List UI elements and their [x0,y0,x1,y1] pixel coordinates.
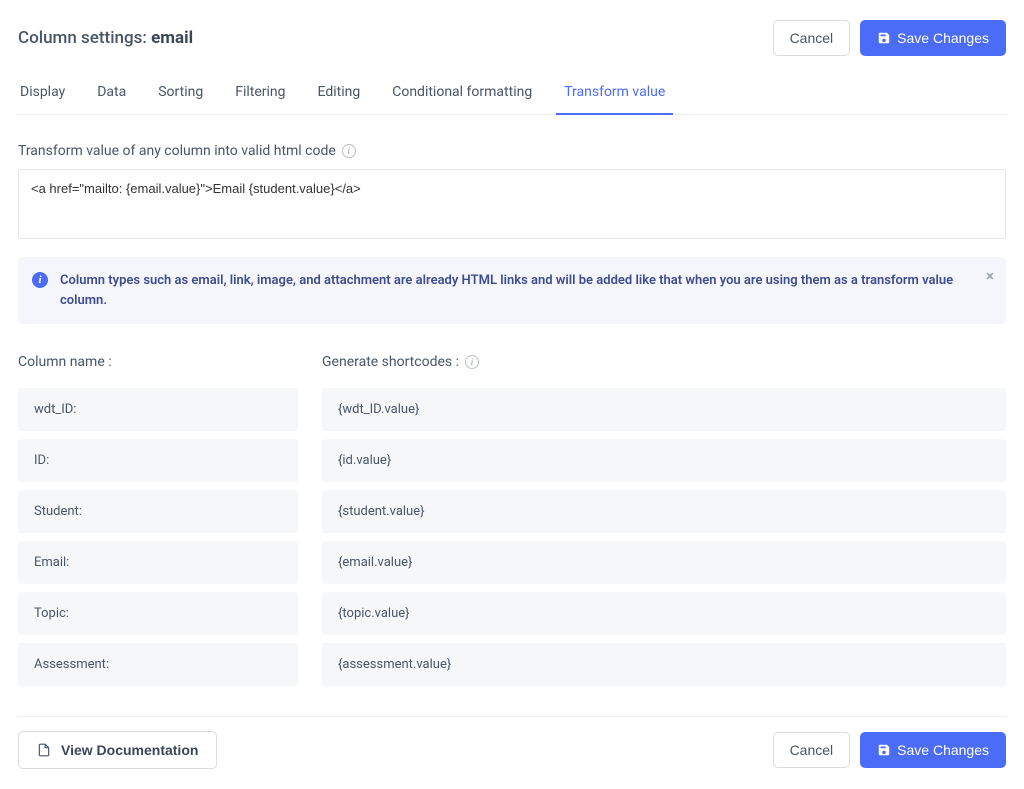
page-header: Column settings: email Cancel Save Chang… [18,10,1006,74]
tab-filtering[interactable]: Filtering [233,74,287,114]
save-button[interactable]: Save Changes [860,20,1006,56]
shortcode-table: Column name : wdt_ID: ID: Student: Email… [18,354,1006,694]
tab-bar: Display Data Sorting Filtering Editing C… [18,74,1006,115]
shortcode-cell[interactable]: {assessment.value} [322,643,1006,686]
column-name-cell: ID: [18,439,298,482]
shortcode-list: Generate shortcodes : i {wdt_ID.value} {… [322,354,1006,694]
cancel-button[interactable]: Cancel [773,732,851,768]
document-icon [37,742,51,758]
view-documentation-button[interactable]: View Documentation [18,731,217,769]
save-button[interactable]: Save Changes [860,732,1006,768]
column-name-cell: wdt_ID: [18,388,298,431]
shortcode-cell[interactable]: {id.value} [322,439,1006,482]
column-name-cell: Topic: [18,592,298,635]
save-icon [877,31,891,45]
transform-label: Transform value of any column into valid… [18,143,1006,159]
shortcode-cell[interactable]: {email.value} [322,541,1006,584]
tab-conditional-formatting[interactable]: Conditional formatting [390,74,534,114]
tab-sorting[interactable]: Sorting [156,74,205,114]
column-name-cell: Student: [18,490,298,533]
shortcode-cell[interactable]: {topic.value} [322,592,1006,635]
alert-info-icon: i [32,272,48,288]
info-icon[interactable]: i [465,355,479,369]
footer: View Documentation Cancel Save Changes [18,717,1006,769]
save-icon [877,743,891,757]
tab-data[interactable]: Data [95,74,128,114]
cancel-button[interactable]: Cancel [773,20,851,56]
tab-editing[interactable]: Editing [316,74,363,114]
column-name-cell: Email: [18,541,298,584]
shortcode-header: Generate shortcodes : i [322,354,1006,370]
info-icon[interactable]: i [342,144,356,158]
tab-display[interactable]: Display [18,74,67,114]
tab-transform-value[interactable]: Transform value [562,74,667,114]
title-subject: email [151,28,193,48]
header-actions: Cancel Save Changes [773,20,1006,56]
column-name-header: Column name : [18,354,298,370]
shortcode-cell[interactable]: {wdt_ID.value} [322,388,1006,431]
alert-text: Column types such as email, link, image,… [60,271,966,310]
alert-close-icon[interactable]: × [986,269,994,284]
transform-textarea[interactable] [18,169,1006,239]
column-name-cell: Assessment: [18,643,298,686]
title-prefix: Column settings: [18,28,151,48]
info-alert: i Column types such as email, link, imag… [18,257,1006,324]
column-name-list: Column name : wdt_ID: ID: Student: Email… [18,354,298,694]
shortcode-cell[interactable]: {student.value} [322,490,1006,533]
page-title: Column settings: email [18,28,193,48]
footer-actions: Cancel Save Changes [773,732,1006,768]
